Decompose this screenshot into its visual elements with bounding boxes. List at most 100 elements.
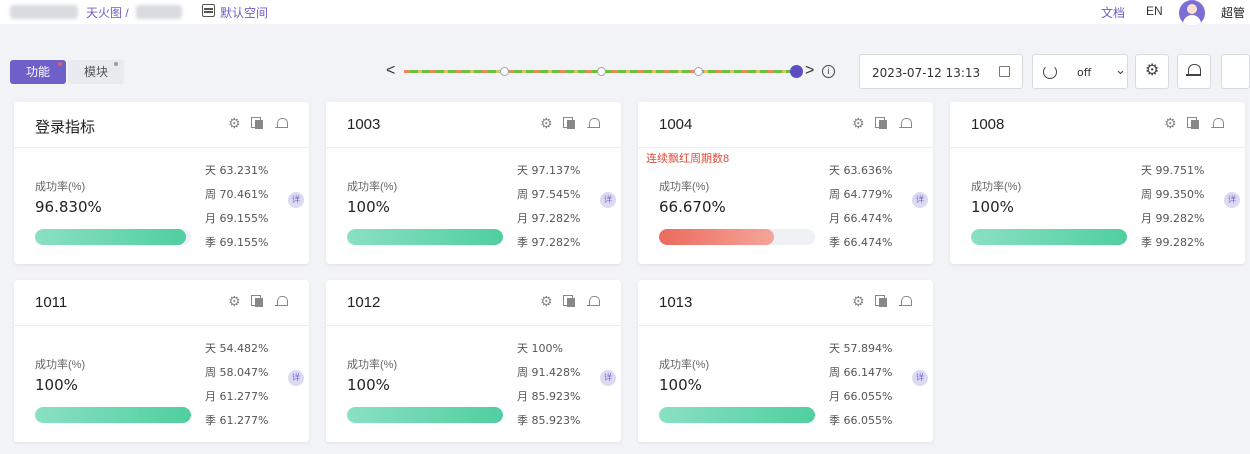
alarm-icon[interactable]: [587, 295, 600, 308]
success-rate-value: 100%: [659, 376, 702, 394]
stat-day: 天 97.137%: [517, 164, 581, 177]
logo-blurred: [10, 5, 78, 19]
card-header: 1011 ⚙: [14, 280, 309, 326]
alarm-icon[interactable]: [587, 117, 600, 130]
success-rate-label: 成功率(%): [347, 359, 398, 371]
card-header: 1008 ⚙: [950, 102, 1245, 148]
success-rate-value: 96.830%: [35, 198, 102, 216]
card-header: 1013 ⚙: [638, 280, 933, 326]
info-icon[interactable]: i: [822, 65, 835, 78]
metric-card[interactable]: 1003 ⚙ 成功率(%) 100% 天 97.137% 周 97.545% 月…: [326, 102, 621, 264]
space-selector[interactable]: 默认空间: [220, 4, 268, 21]
alarm-icon[interactable]: [275, 295, 288, 308]
alarm-button[interactable]: [1177, 54, 1211, 89]
stat-week: 周 97.545%: [517, 188, 581, 201]
detail-icon[interactable]: 详: [600, 192, 616, 208]
metric-card[interactable]: 1008 ⚙ 成功率(%) 100% 天 99.751% 周 99.350% 月…: [950, 102, 1245, 264]
alarm-icon: [1186, 62, 1201, 77]
card-header: 登录指标 ⚙: [14, 102, 309, 148]
refresh-icon[interactable]: [1043, 65, 1057, 79]
copy-icon[interactable]: [251, 117, 264, 130]
progress-fill: [347, 229, 503, 245]
user-name[interactable]: 超管: [1221, 4, 1245, 21]
alarm-icon[interactable]: [899, 117, 912, 130]
card-title: 1012: [347, 294, 381, 311]
detail-icon[interactable]: 详: [1224, 192, 1240, 208]
success-rate-value: 100%: [35, 376, 78, 394]
gear-icon[interactable]: ⚙: [852, 294, 865, 308]
stat-day: 天 100%: [517, 342, 563, 355]
toggle-switch[interactable]: [1221, 54, 1250, 89]
timeline-prev-button[interactable]: <: [386, 63, 395, 79]
space-icon[interactable]: [202, 4, 215, 17]
gear-icon[interactable]: ⚙: [228, 294, 241, 308]
stat-day: 天 54.482%: [205, 342, 269, 355]
timeline-next-button[interactable]: >: [805, 63, 814, 79]
detail-icon[interactable]: 详: [912, 370, 928, 386]
chevron-down-icon[interactable]: ⌄: [1115, 62, 1126, 78]
copy-icon[interactable]: [1187, 117, 1200, 130]
card-header: 1004 ⚙: [638, 102, 933, 148]
copy-icon[interactable]: [251, 295, 264, 308]
stat-month: 月 66.055%: [829, 390, 893, 403]
copy-icon[interactable]: [563, 295, 576, 308]
breadcrumb-blurred: [136, 5, 182, 19]
copy-icon[interactable]: [875, 295, 888, 308]
success-progress-bar: [347, 407, 503, 423]
card-header: 1003 ⚙: [326, 102, 621, 148]
settings-button[interactable]: ⚙: [1135, 54, 1169, 89]
detail-icon[interactable]: 详: [912, 192, 928, 208]
stat-quarter: 季 66.474%: [829, 236, 893, 249]
metric-card[interactable]: 登录指标 ⚙ 成功率(%) 96.830% 天 63.231% 周 70.461…: [14, 102, 309, 264]
timeline-current-node[interactable]: [790, 65, 803, 78]
stat-quarter: 季 97.282%: [517, 236, 581, 249]
gear-icon[interactable]: ⚙: [852, 116, 865, 130]
success-progress-bar: [971, 229, 1127, 245]
success-rate-label: 成功率(%): [971, 181, 1022, 193]
detail-icon[interactable]: 详: [288, 192, 304, 208]
progress-fill: [971, 229, 1127, 245]
tab-module[interactable]: 模块: [68, 60, 124, 84]
gear-icon[interactable]: ⚙: [540, 116, 553, 130]
stat-quarter: 季 69.155%: [205, 236, 269, 249]
timeline-node[interactable]: [597, 67, 606, 76]
copy-icon[interactable]: [875, 117, 888, 130]
refresh-interval-select[interactable]: off: [1077, 66, 1091, 79]
gear-icon[interactable]: ⚙: [540, 294, 553, 308]
refresh-control[interactable]: off ⌄: [1032, 54, 1128, 89]
stat-quarter: 季 61.277%: [205, 414, 269, 427]
progress-fill: [347, 407, 503, 423]
datetime-picker[interactable]: 2023-07-12 13:13: [859, 54, 1023, 89]
stat-week: 周 99.350%: [1141, 188, 1205, 201]
breadcrumb-link[interactable]: 天火图 /: [86, 4, 129, 21]
tab-function[interactable]: 功能: [10, 60, 66, 84]
alarm-icon[interactable]: [275, 117, 288, 130]
metric-card[interactable]: 1004 ⚙ 连续飘红周期数8 成功率(%) 66.670% 天 63.636%…: [638, 102, 933, 264]
calendar-icon: [999, 66, 1010, 77]
alarm-icon[interactable]: [1211, 117, 1224, 130]
gear-icon[interactable]: ⚙: [228, 116, 241, 130]
gear-icon[interactable]: ⚙: [1164, 116, 1177, 130]
card-title: 1008: [971, 116, 1005, 133]
avatar[interactable]: [1179, 0, 1205, 26]
detail-icon[interactable]: 详: [288, 370, 304, 386]
success-rate-label: 成功率(%): [347, 181, 398, 193]
stat-day: 天 57.894%: [829, 342, 893, 355]
stat-week: 周 66.147%: [829, 366, 893, 379]
timeline-node[interactable]: [694, 67, 703, 76]
detail-icon[interactable]: 详: [600, 370, 616, 386]
alarm-icon[interactable]: [899, 295, 912, 308]
metric-card[interactable]: 1013 ⚙ 成功率(%) 100% 天 57.894% 周 66.147% 月…: [638, 280, 933, 442]
success-progress-bar: [659, 229, 815, 245]
metric-card[interactable]: 1012 ⚙ 成功率(%) 100% 天 100% 周 91.428% 月 85…: [326, 280, 621, 442]
stat-month: 月 66.474%: [829, 212, 893, 225]
stat-week: 周 70.461%: [205, 188, 269, 201]
language-toggle[interactable]: EN: [1146, 4, 1163, 18]
metric-card[interactable]: 1011 ⚙ 成功率(%) 100% 天 54.482% 周 58.047% 月…: [14, 280, 309, 442]
copy-icon[interactable]: [563, 117, 576, 130]
progress-fill: [35, 407, 191, 423]
stat-month: 月 99.282%: [1141, 212, 1205, 225]
docs-link[interactable]: 文档: [1101, 4, 1125, 21]
timeline-node[interactable]: [500, 67, 509, 76]
card-title: 1013: [659, 294, 693, 311]
